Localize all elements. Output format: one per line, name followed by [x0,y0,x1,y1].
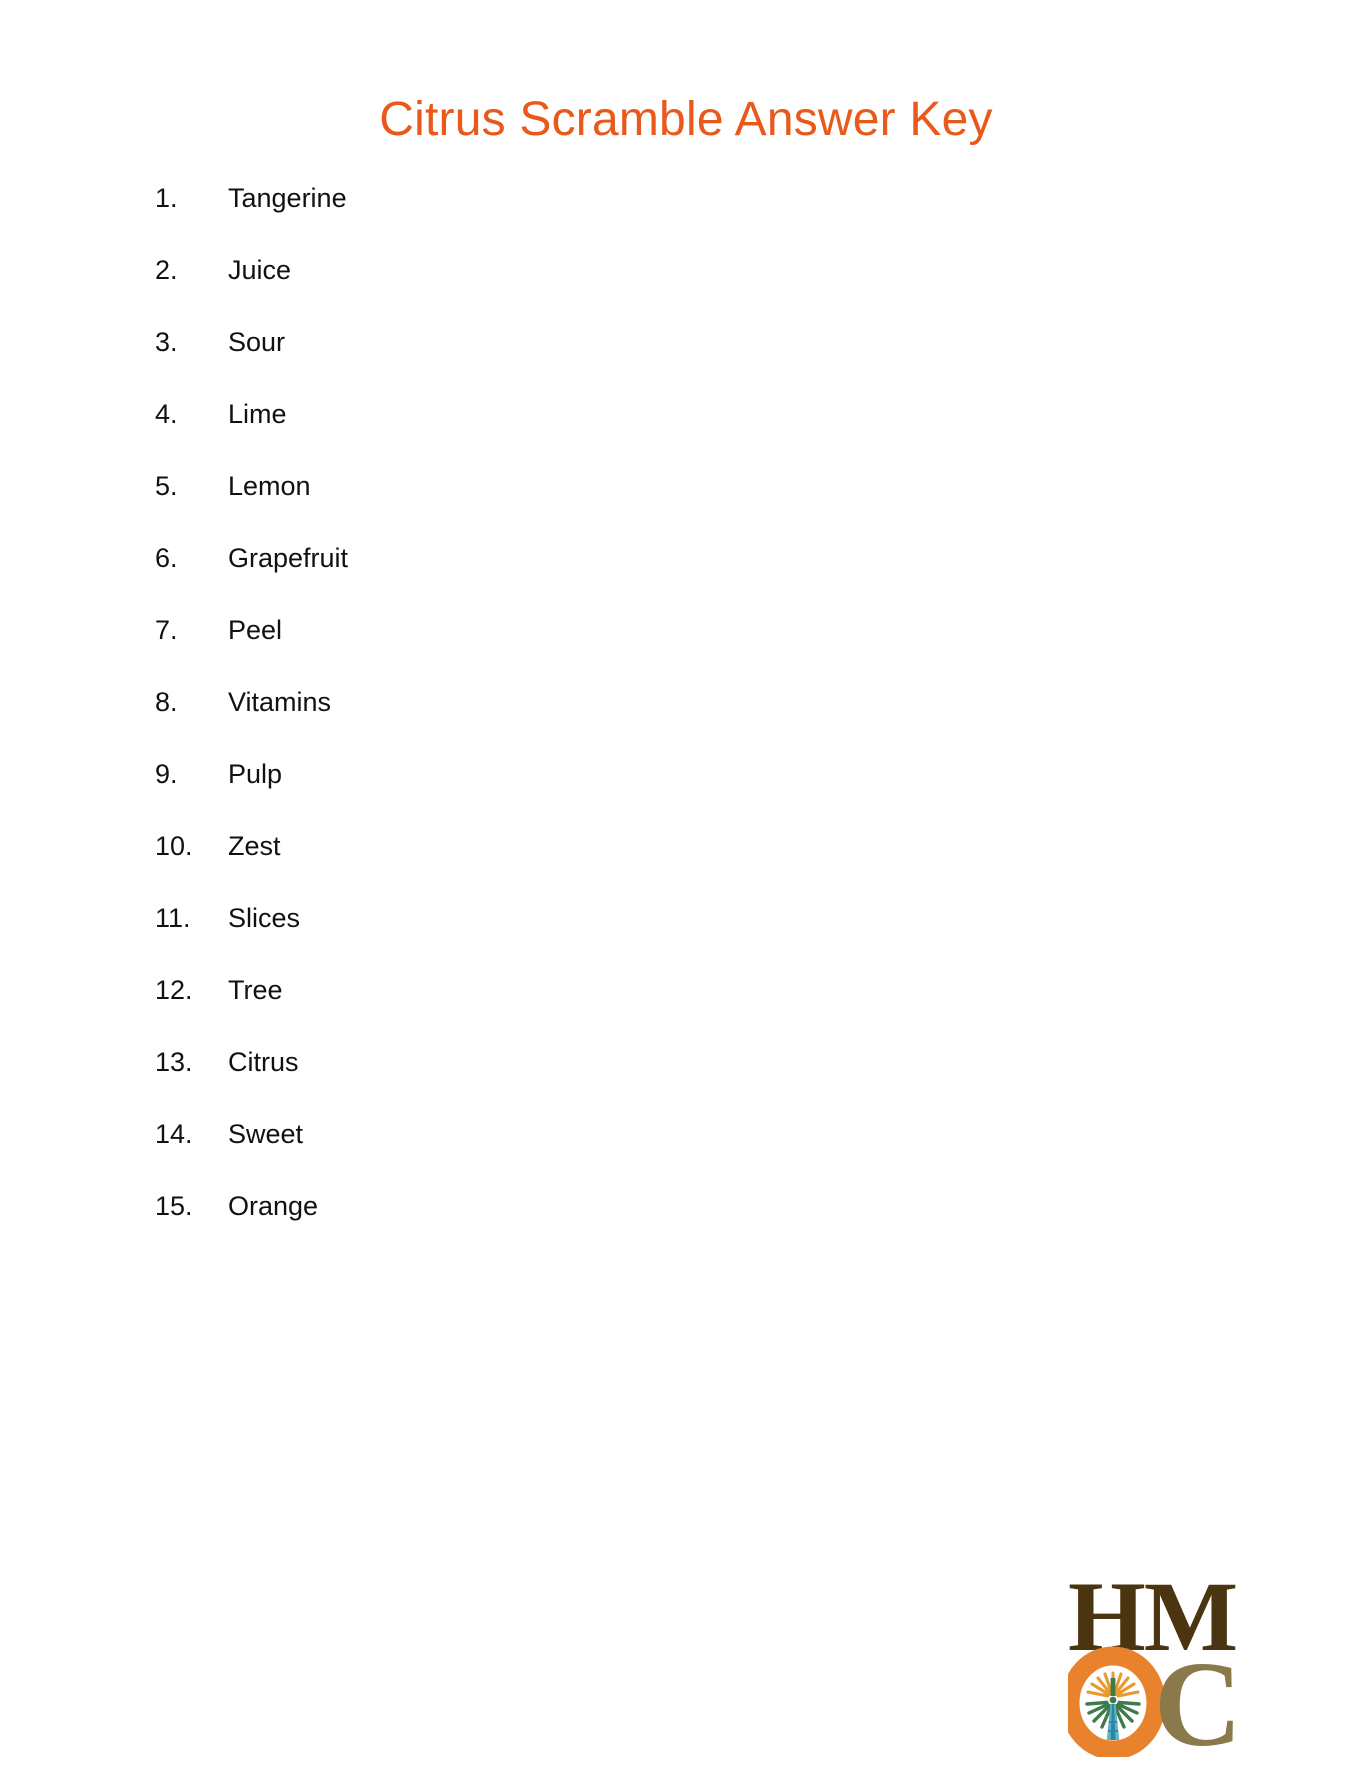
list-item-number: 8. [155,687,178,717]
list-item: 5. Lemon [0,470,1372,542]
list-item-number: 13. [155,1047,193,1077]
list-item-label: Juice [228,255,292,285]
list-item-label: Lemon [228,471,311,501]
list-item-number: 3. [155,327,178,357]
list-item: 9. Pulp [0,758,1372,830]
list-item-label: Orange [228,1191,319,1221]
list-item-number: 10. [155,831,193,861]
list-item: 1. Tangerine [0,182,1372,254]
logo-c-text: C [1154,1637,1242,1757]
document-page: Citrus Scramble Answer Key 1. Tangerine … [0,0,1372,1773]
list-item-label: Slices [228,903,301,933]
list-item: 6. Grapefruit [0,542,1372,614]
list-item-label: Zest [228,831,281,861]
list-item-label: Vitamins [228,687,332,717]
list-item-label: Lime [228,399,287,429]
list-item-label: Pulp [228,759,283,789]
answer-list: 1. Tangerine 2. Juice 3. Sour 4. Lime 5.… [0,182,1372,1262]
list-item-label: Peel [228,615,283,645]
windmill-emblem [1085,1671,1141,1740]
list-item: 14. Sweet [0,1118,1372,1190]
list-item: 2. Juice [0,254,1372,326]
hmoc-logo: HM C [1068,1572,1258,1757]
list-item-number: 5. [155,471,178,501]
list-item: 11. Slices [0,902,1372,974]
page-title: Citrus Scramble Answer Key [379,93,993,146]
list-item-number: 7. [155,615,178,645]
list-item-label: Tangerine [228,183,347,213]
list-item-number: 9. [155,759,178,789]
list-item: 10. Zest [0,830,1372,902]
list-item: 15. Orange [0,1190,1372,1262]
list-item-number: 12. [155,975,193,1005]
list-item: 3. Sour [0,326,1372,398]
list-item-number: 14. [155,1119,193,1149]
list-item: 13. Citrus [0,1046,1372,1118]
list-item-label: Sweet [228,1119,304,1149]
list-item-label: Grapefruit [228,543,349,573]
list-item-number: 11. [155,903,191,933]
list-item-number: 2. [155,255,178,285]
list-item-label: Citrus [228,1047,299,1077]
list-item: 8. Vitamins [0,686,1372,758]
list-item-label: Sour [228,327,286,357]
list-item: 7. Peel [0,614,1372,686]
list-item-number: 1. [155,183,178,213]
list-item-label: Tree [228,975,283,1005]
list-item-number: 4. [155,399,178,429]
list-item: 12. Tree [0,974,1372,1046]
list-item: 4. Lime [0,398,1372,470]
list-item-number: 15. [155,1191,193,1221]
list-item-number: 6. [155,543,178,573]
